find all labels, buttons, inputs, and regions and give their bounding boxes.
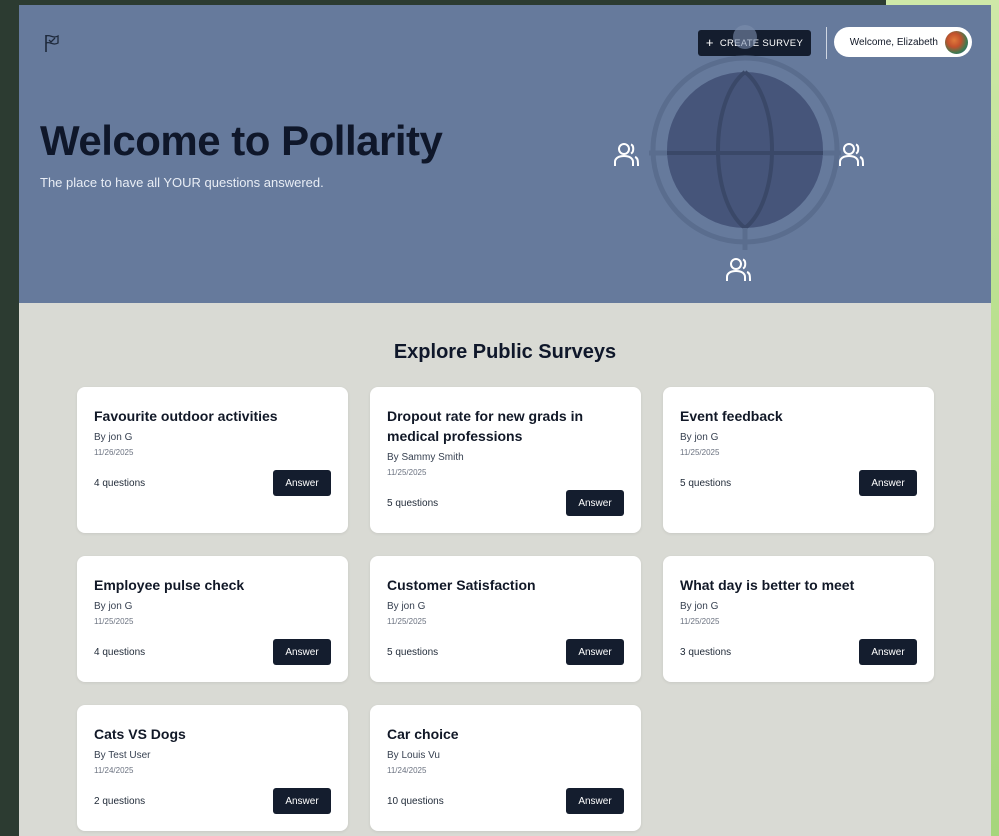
survey-author: By Sammy Smith	[387, 452, 464, 463]
hero-banner: + CREATE SURVEY Welcome, Elizabeth Welco…	[19, 5, 991, 303]
survey-date: 11/25/2025	[387, 617, 427, 626]
avatar	[945, 30, 968, 54]
survey-card: Event feedback By jon G 11/25/2025 5 que…	[663, 387, 934, 533]
survey-title: Event feedback	[680, 408, 783, 424]
survey-author: By Test User	[94, 750, 151, 761]
survey-date: 11/25/2025	[94, 617, 134, 626]
survey-card: Favourite outdoor activities By jon G 11…	[77, 387, 348, 533]
survey-question-count: 4 questions	[94, 647, 146, 658]
survey-author: By jon G	[94, 601, 133, 612]
survey-card: Employee pulse check By jon G 11/25/2025…	[77, 556, 348, 682]
page-title: Welcome to Pollarity	[40, 117, 443, 164]
survey-title: Dropout rate for new grads in medical pr…	[387, 408, 584, 444]
survey-title: What day is better to meet	[680, 577, 855, 593]
survey-title: Car choice	[387, 726, 459, 742]
survey-title: Employee pulse check	[94, 577, 245, 593]
section-title: Explore Public Surveys	[393, 341, 617, 363]
survey-author: By jon G	[680, 432, 719, 443]
survey-title: Cats VS Dogs	[94, 726, 186, 742]
survey-date: 11/24/2025	[387, 766, 427, 775]
survey-date: 11/26/2025	[94, 448, 134, 457]
survey-question-count: 2 questions	[94, 796, 146, 807]
survey-card: Car choice By Louis Vu 11/24/2025 10 que…	[370, 705, 641, 831]
answer-button[interactable]: Answer	[273, 788, 331, 814]
answer-button[interactable]: Answer	[273, 470, 331, 496]
survey-card: What day is better to meet By jon G 11/2…	[663, 556, 934, 682]
survey-card: Customer Satisfaction By jon G 11/25/202…	[370, 556, 641, 682]
app-page: + CREATE SURVEY Welcome, Elizabeth Welco…	[19, 5, 991, 836]
answer-button[interactable]: Answer	[273, 639, 331, 665]
answer-button[interactable]: Answer	[566, 639, 624, 665]
survey-question-count: 10 questions	[387, 796, 444, 807]
answer-button[interactable]: Answer	[566, 788, 624, 814]
page-subtitle: The place to have all YOUR questions ans…	[40, 175, 324, 190]
survey-author: By jon G	[680, 601, 719, 612]
survey-author: By jon G	[387, 601, 426, 612]
users-icon	[726, 258, 751, 282]
answer-button[interactable]: Answer	[859, 639, 917, 665]
survey-author: By Louis Vu	[387, 750, 440, 761]
answer-button[interactable]: Answer	[859, 470, 917, 496]
survey-card: Cats VS Dogs By Test User 11/24/2025 2 q…	[77, 705, 348, 831]
flag-check-icon[interactable]	[43, 33, 61, 53]
survey-date: 11/25/2025	[387, 468, 427, 477]
users-icon	[614, 143, 639, 167]
survey-title: Favourite outdoor activities	[94, 408, 278, 424]
survey-author: By jon G	[94, 432, 133, 443]
survey-title: Customer Satisfaction	[387, 577, 536, 593]
survey-date: 11/25/2025	[680, 617, 720, 626]
survey-date: 11/25/2025	[680, 448, 720, 457]
survey-question-count: 5 questions	[680, 478, 732, 489]
survey-question-count: 5 questions	[387, 498, 439, 509]
answer-button[interactable]: Answer	[566, 490, 624, 516]
survey-card: Dropout rate for new grads in medical pr…	[370, 387, 641, 533]
survey-question-count: 3 questions	[680, 647, 732, 658]
survey-question-count: 4 questions	[94, 478, 146, 489]
survey-question-count: 5 questions	[387, 647, 439, 658]
users-icon	[839, 143, 864, 167]
survey-date: 11/24/2025	[94, 766, 134, 775]
